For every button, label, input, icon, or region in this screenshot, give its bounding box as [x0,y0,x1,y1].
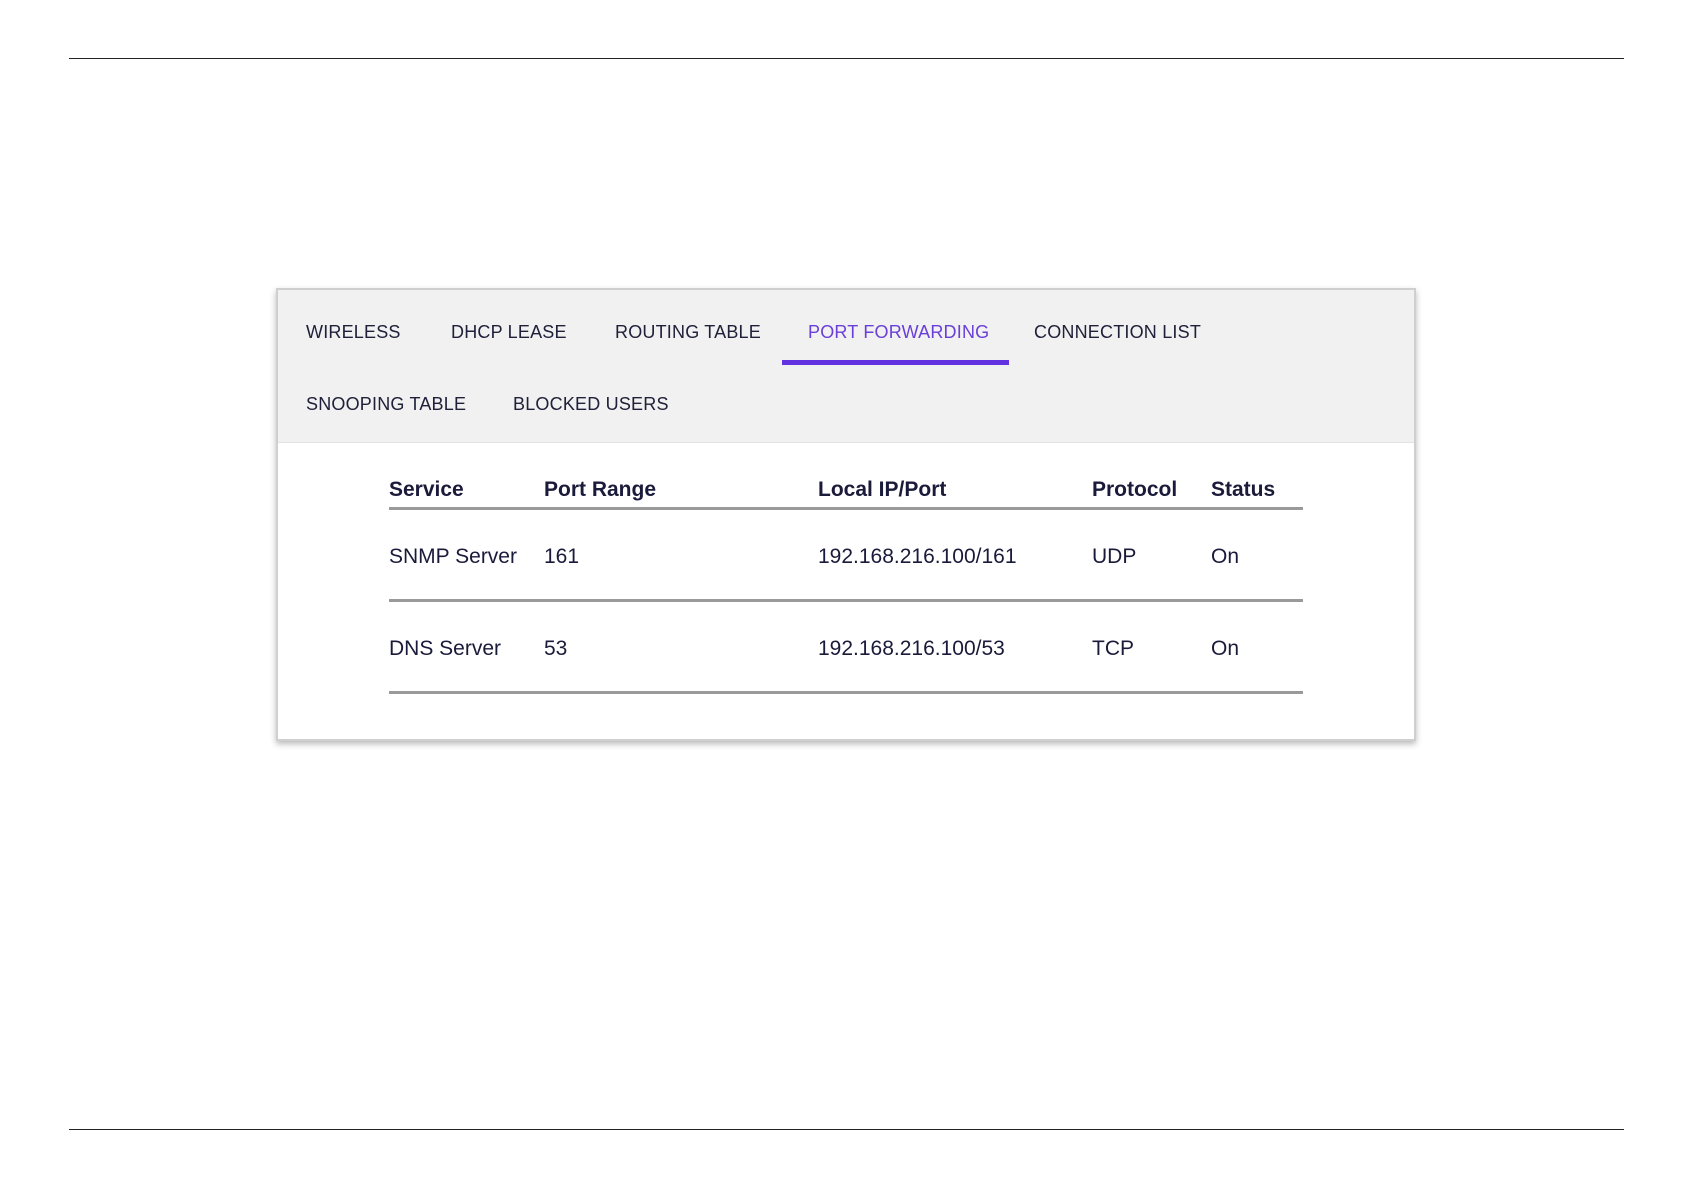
tab-wireless[interactable]: WIRELESS [306,322,401,343]
row-divider [389,599,1303,602]
cell-protocol: UDP [1092,545,1137,568]
tab-routing-table[interactable]: ROUTING TABLE [615,322,761,343]
cell-status: On [1211,637,1240,660]
column-header-port-range: Port Range [544,478,657,501]
cell-port-range: 161 [544,545,580,568]
cell-local-ip-port: 192.168.216.100/161 [818,545,1017,568]
column-header-service: Service [389,478,464,501]
tab-blocked-users[interactable]: BLOCKED USERS [513,394,669,415]
column-header-status: Status [1211,478,1276,501]
tab-connection-list[interactable]: CONNECTION LIST [1034,322,1201,343]
header-divider [389,507,1303,510]
port-forwarding-panel: WIRELESS DHCP LEASE ROUTING TABLE PORT F… [276,288,1416,741]
tab-bar: WIRELESS DHCP LEASE ROUTING TABLE PORT F… [278,290,1414,443]
row-divider [389,691,1303,694]
top-divider [69,58,1624,59]
cell-status: On [1211,545,1240,568]
cell-protocol: TCP [1092,637,1134,660]
cell-service: SNMP Server [389,545,517,568]
active-tab-indicator [782,360,1009,365]
tab-port-forwarding[interactable]: PORT FORWARDING [808,322,989,343]
cell-local-ip-port: 192.168.216.100/53 [818,637,1005,660]
column-header-local-ip-port: Local IP/Port [818,478,947,501]
bottom-divider [69,1129,1624,1130]
port-forwarding-table: Service Port Range Local IP/Port Protoco… [278,442,1414,739]
page: WIRELESS DHCP LEASE ROUTING TABLE PORT F… [0,0,1684,1191]
tab-snooping-table[interactable]: SNOOPING TABLE [306,394,466,415]
cell-port-range: 53 [544,637,568,660]
column-header-protocol: Protocol [1092,478,1178,501]
cell-service: DNS Server [389,637,502,660]
tab-dhcp-lease[interactable]: DHCP LEASE [451,322,567,343]
